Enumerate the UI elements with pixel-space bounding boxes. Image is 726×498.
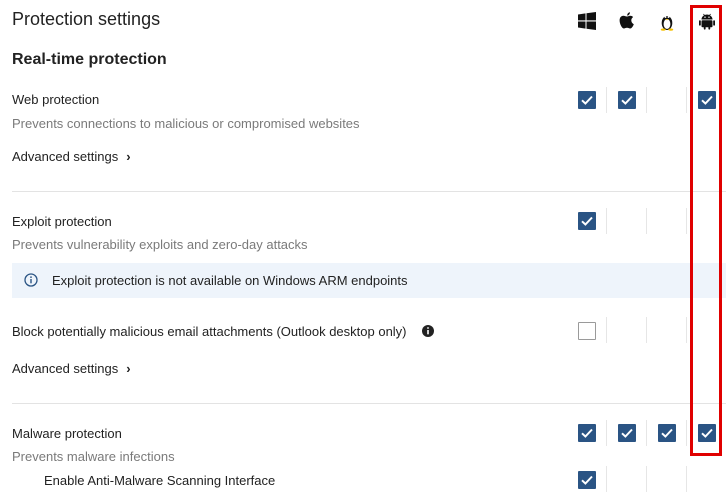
column-divider <box>646 208 647 234</box>
amsi-label: Enable Anti-Malware Scanning Interface <box>44 473 276 488</box>
column-divider <box>606 208 607 234</box>
column-divider <box>606 466 607 492</box>
malware-protection-windows-checkbox[interactable] <box>578 424 596 442</box>
info-icon <box>24 273 38 287</box>
exploit-protection-description: Prevents vulnerability exploits and zero… <box>12 237 308 252</box>
section-title: Real-time protection <box>12 51 167 68</box>
malware-protection-description: Prevents malware infections <box>12 449 175 464</box>
column-divider <box>646 317 647 343</box>
column-divider <box>606 420 607 446</box>
info-filled-icon[interactable] <box>421 324 435 338</box>
column-divider <box>646 420 647 446</box>
column-divider <box>606 87 607 113</box>
malware-protection-label: Malware protection <box>12 426 122 441</box>
android-column-highlight <box>690 5 722 456</box>
amsi-windows-checkbox[interactable] <box>578 471 596 489</box>
page-title: Protection settings <box>12 9 161 29</box>
section-divider <box>12 403 726 404</box>
exploit-protection-label: Exploit protection <box>12 214 112 229</box>
column-divider <box>686 87 687 113</box>
web-protection-description: Prevents connections to malicious or com… <box>12 116 360 131</box>
column-divider <box>606 317 607 343</box>
malware-protection-mac-checkbox[interactable] <box>618 424 636 442</box>
windows-icon <box>577 11 597 31</box>
column-divider <box>646 466 647 492</box>
web-protection-advanced-settings-link[interactable]: Advanced settings › <box>12 149 131 164</box>
column-divider <box>686 317 687 343</box>
web-protection-label: Web protection <box>12 92 100 107</box>
chevron-right-icon: › <box>126 361 131 376</box>
web-protection-mac-checkbox[interactable] <box>618 91 636 109</box>
apple-icon <box>617 11 637 31</box>
exploit-protection-windows-checkbox[interactable] <box>578 212 596 230</box>
email-attachments-windows-checkbox[interactable] <box>578 322 596 340</box>
column-divider <box>686 466 687 492</box>
email-attachments-advanced-settings-link[interactable]: Advanced settings › <box>12 361 131 376</box>
column-divider <box>686 420 687 446</box>
advanced-settings-label: Advanced settings <box>12 149 119 164</box>
column-divider <box>646 87 647 113</box>
notice-text: Exploit protection is not available on W… <box>52 273 408 288</box>
linux-icon <box>657 11 677 31</box>
advanced-settings-label: Advanced settings <box>12 361 119 376</box>
email-attachments-label: Block potentially malicious email attach… <box>12 324 407 339</box>
column-divider <box>686 208 687 234</box>
web-protection-windows-checkbox[interactable] <box>578 91 596 109</box>
chevron-right-icon: › <box>126 149 131 164</box>
malware-protection-linux-checkbox[interactable] <box>658 424 676 442</box>
section-divider <box>12 191 726 192</box>
